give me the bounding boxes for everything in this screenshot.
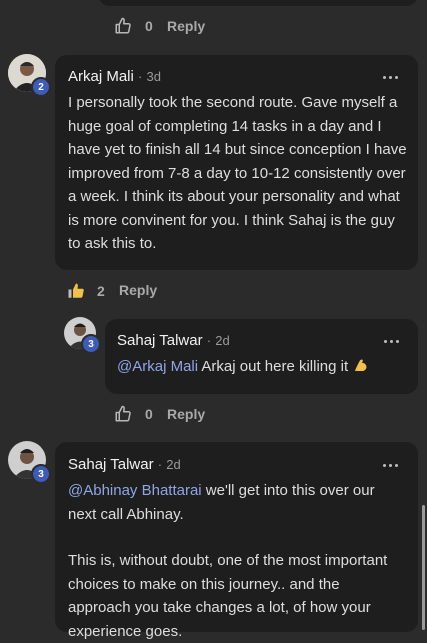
flexed-biceps-icon: [355, 359, 367, 371]
scrollbar[interactable]: [422, 505, 425, 630]
reply-button[interactable]: Reply: [119, 282, 157, 298]
like-action[interactable]: 2: [67, 282, 105, 300]
author-name[interactable]: Arkaj Mali · 3d: [68, 68, 161, 85]
thumbs-up-icon: [115, 405, 131, 422]
timestamp: 3d: [146, 69, 162, 84]
top-like-action[interactable]: 0: [114, 17, 153, 35]
comment-text: I personally took the second route. Gave…: [68, 94, 407, 252]
reply-button[interactable]: Reply: [167, 18, 205, 34]
comment-card: Sahaj Talwar · 2d @Abhinay Bhattarai we'…: [55, 442, 418, 640]
more-options-icon[interactable]: [383, 74, 401, 82]
like-count: 0: [145, 406, 153, 422]
thumbs-up-filled-icon: [68, 283, 84, 298]
reply-label: Reply: [167, 18, 206, 34]
reply-label: Reply: [119, 282, 158, 298]
mention-link[interactable]: @Arkaj Mali: [117, 358, 198, 375]
thumbs-up-icon: [115, 17, 131, 34]
more-options-icon[interactable]: [384, 338, 402, 346]
like-count: 2: [97, 283, 105, 299]
like-action[interactable]: 0: [114, 405, 153, 423]
like-count: 0: [145, 18, 153, 34]
reply-button[interactable]: Reply: [167, 406, 205, 422]
comment-card: Arkaj Mali · 3d I personally took the se…: [55, 55, 418, 270]
previous-comment-card: [98, 0, 418, 6]
comment-text-paragraph: This is, without doubt, one of the most …: [68, 552, 388, 640]
reply-text: @Arkaj Mali Arkaj out here killing it: [117, 355, 412, 379]
author-name[interactable]: Sahaj Talwar · 2d: [68, 456, 181, 473]
level-badge: 2: [31, 77, 51, 97]
author-name[interactable]: Sahaj Talwar · 2d: [117, 332, 230, 349]
reply-card: Sahaj Talwar · 2d @Arkaj Mali Arkaj out …: [105, 319, 418, 394]
level-badge: 3: [31, 464, 51, 484]
mention-link[interactable]: @Abhinay Bhattarai: [68, 482, 202, 499]
level-badge: 3: [81, 334, 101, 354]
timestamp: 2d: [215, 333, 230, 348]
timestamp: 2d: [166, 457, 181, 472]
reply-label: Reply: [167, 406, 206, 422]
comment-text: @Abhinay Bhattarai we'll get into this o…: [68, 482, 375, 523]
more-options-icon[interactable]: [383, 462, 401, 470]
